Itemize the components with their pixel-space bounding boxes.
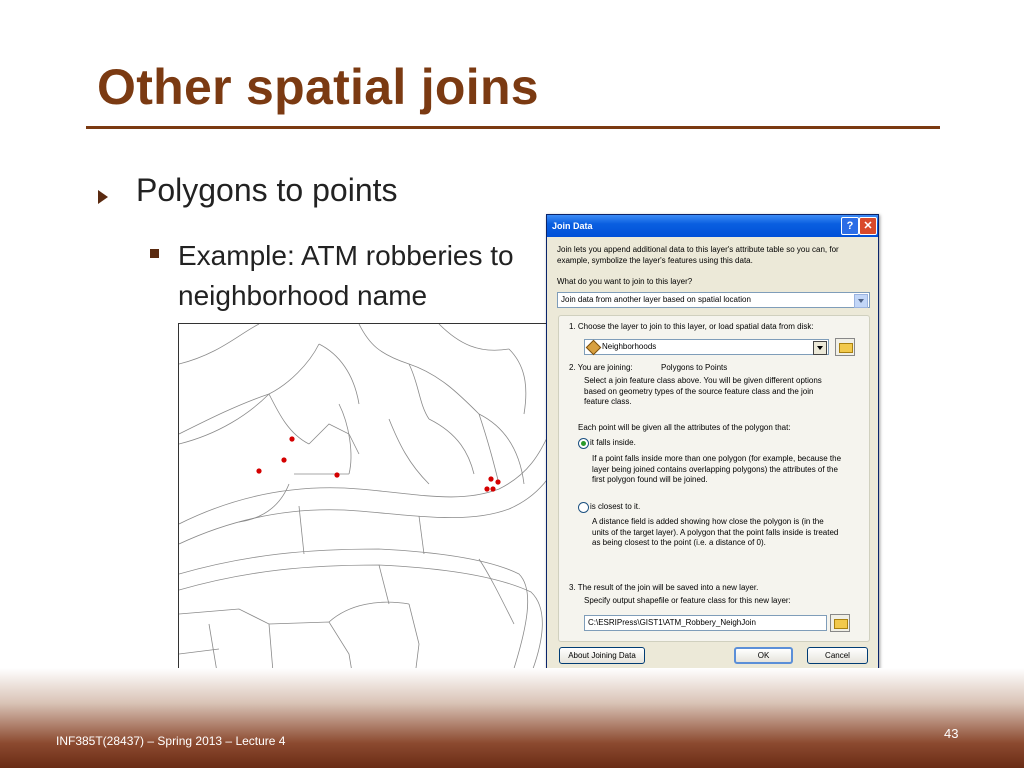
layer-value: Neighborhoods: [602, 342, 657, 351]
join-type-value: Join data from another layer based on sp…: [561, 295, 751, 304]
browse-folder-icon[interactable]: [830, 614, 850, 632]
polygon-layer-icon: [585, 339, 602, 356]
option-closest[interactable]: is closest to it.: [590, 502, 640, 513]
option2-description: A distance field is added showing how cl…: [592, 517, 839, 547]
bullet-text: Polygons to points: [136, 172, 398, 208]
step2-value: Polygons to Points: [661, 363, 728, 372]
join-type-select[interactable]: Join data from another layer based on sp…: [557, 292, 870, 308]
step3-description: Specify output shapefile or feature clas…: [584, 596, 791, 605]
open-folder-icon[interactable]: [835, 338, 855, 356]
join-data-dialog: Join Data ? ✕ Join lets you append addit…: [546, 214, 879, 675]
title-rule: [86, 126, 940, 129]
help-button[interactable]: ?: [841, 217, 859, 235]
dialog-intro: Join lets you append additional data to …: [557, 245, 839, 265]
chevron-down-icon[interactable]: [854, 294, 868, 308]
ok-button[interactable]: OK: [734, 647, 793, 664]
page-number: 43: [944, 726, 959, 741]
layer-select[interactable]: Neighborhoods: [584, 339, 829, 356]
footer-text: INF385T(28437) – Spring 2013 – Lecture 4: [56, 734, 286, 748]
each-point-label: Each point will be given all the attribu…: [578, 423, 791, 432]
robbery-point: [334, 472, 340, 478]
about-joining-button[interactable]: About Joining Data: [559, 647, 645, 664]
robbery-point: [289, 436, 295, 442]
options-groupbox: 1. Choose the layer to join to this laye…: [558, 315, 870, 642]
cancel-button[interactable]: Cancel: [807, 647, 868, 664]
atm-robbery-points: [256, 436, 501, 492]
robbery-point: [495, 479, 501, 485]
dialog-titlebar[interactable]: Join Data ? ✕: [547, 215, 878, 237]
robbery-point: [490, 486, 496, 492]
output-path-field[interactable]: C:\ESRIPress\GIST1\ATM_Robbery_NeighJoin: [584, 615, 827, 631]
option1-description: If a point falls inside more than one po…: [592, 454, 842, 484]
robbery-point: [281, 457, 287, 463]
radio-closest[interactable]: [578, 502, 589, 513]
robbery-point: [488, 476, 494, 482]
radio-falls-inside[interactable]: [578, 438, 589, 449]
option-falls-inside[interactable]: it falls inside.: [590, 438, 636, 449]
triangle-bullet-icon: [98, 190, 108, 204]
bullet-text: Example: ATM robberies to neighborhood n…: [178, 240, 514, 311]
step1-label: 1. Choose the layer to join to this laye…: [569, 322, 814, 331]
output-path-value: C:\ESRIPress\GIST1\ATM_Robbery_NeighJoin: [588, 618, 756, 627]
slide-title: Other spatial joins: [97, 59, 539, 115]
step2-description: Select a join feature class above. You w…: [584, 376, 822, 406]
footer-gradient: [0, 668, 1024, 768]
robbery-point: [256, 468, 262, 474]
robbery-point: [484, 486, 490, 492]
step3-label: 3. The result of the join will be saved …: [569, 583, 759, 592]
close-button[interactable]: ✕: [859, 217, 877, 235]
chevron-down-icon[interactable]: [813, 341, 827, 355]
join-question: What do you want to join to this layer?: [557, 277, 693, 286]
step2-label: 2. You are joining:: [569, 363, 633, 372]
dialog-title: Join Data: [552, 221, 593, 231]
square-bullet-icon: [150, 249, 159, 258]
